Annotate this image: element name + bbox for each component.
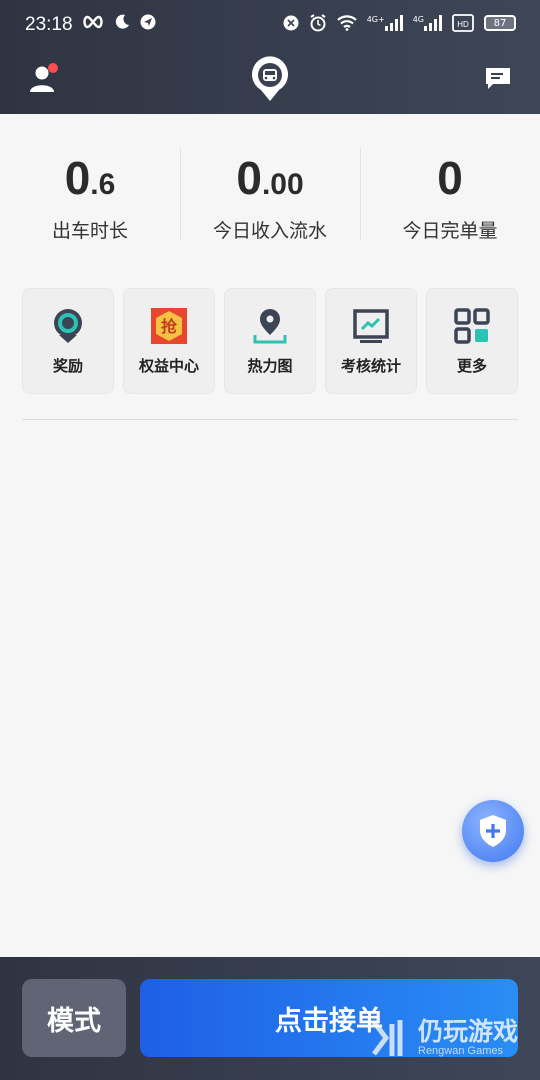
- tool-label: 热力图: [247, 357, 293, 375]
- grab-icon-text: 抢: [161, 317, 178, 336]
- stat-int: 0: [437, 152, 463, 204]
- navigation-icon: [140, 14, 156, 30]
- shield-plus-icon: [480, 815, 506, 847]
- stat-orders[interactable]: 0 今日完单量: [360, 148, 540, 242]
- stat-label: 出车时长: [51, 220, 128, 242]
- stat-int: 0: [236, 152, 262, 204]
- tool-label: 考核统计: [340, 357, 401, 375]
- car-pin-logo-icon: [252, 56, 288, 101]
- tool-heatmap[interactable]: 热力图: [224, 288, 316, 394]
- stat-drive-time[interactable]: 0.6 出车时长: [0, 148, 180, 242]
- sim1-label: 4G+: [366, 15, 385, 24]
- alarm-icon: [310, 14, 326, 32]
- stat-label: 今日收入流水: [212, 220, 327, 242]
- stat-value: 0.6: [0, 148, 180, 208]
- stat-dec: .00: [261, 168, 304, 201]
- tool-label: 权益中心: [138, 357, 199, 375]
- sim2-label: 4G: [412, 15, 424, 24]
- stat-value: 0.00: [180, 148, 360, 208]
- stat-income[interactable]: 0.00 今日收入流水: [180, 148, 360, 242]
- watermark: 仍玩游戏 Rengwan Games: [366, 1012, 536, 1074]
- notification-dot: [48, 63, 58, 73]
- status-left-icons: [82, 14, 156, 30]
- stat-int: 0: [64, 152, 91, 204]
- grid-icon: [454, 308, 490, 344]
- signal-sim2-icon: 4G: [413, 15, 442, 31]
- stat-dec: .6: [90, 168, 116, 201]
- battery-level: 87: [493, 17, 507, 29]
- tool-more[interactable]: 更多: [426, 288, 518, 394]
- grab-icon: 抢: [151, 308, 187, 344]
- reward-badge-icon: [54, 309, 82, 343]
- signal-sim1-icon: 4G+: [367, 15, 403, 31]
- watermark-subtitle: Rengwan Games: [418, 1045, 503, 1057]
- stats-panel: 0.6 出车时长 0.00 今日收入流水 0 今日完单量: [0, 148, 540, 242]
- stat-label: 今日完单量: [402, 220, 498, 242]
- status-right-icons: 4G+ 4G HD 87: [283, 14, 516, 32]
- divider: [22, 419, 518, 420]
- tool-benefits[interactable]: 抢 权益中心: [123, 288, 215, 394]
- stat-value: 0: [360, 148, 540, 208]
- hd-icon: HD: [452, 14, 474, 32]
- tool-grid: 奖励 抢 权益中心 热力图 考核统计 更多: [22, 288, 518, 394]
- status-bar: 23:18 4G+ 4G HD 87: [0, 0, 540, 52]
- bluetooth-phone-icon: [283, 15, 299, 31]
- top-header: 23:18 4G+ 4G HD 87: [0, 0, 540, 114]
- hd-label: HD: [457, 20, 469, 29]
- mode-button[interactable]: 模式: [22, 979, 126, 1057]
- wifi-icon: [336, 15, 357, 31]
- location-pin-icon: [253, 309, 287, 344]
- message-icon[interactable]: [485, 66, 511, 90]
- tool-reward[interactable]: 奖励: [22, 288, 114, 394]
- chart-icon: [353, 309, 389, 343]
- status-time: 23:18: [25, 14, 73, 35]
- tool-label: 奖励: [52, 357, 83, 375]
- moon-icon: [115, 14, 129, 29]
- tool-label: 更多: [456, 357, 487, 375]
- watermark-title: 仍玩游戏: [418, 1017, 519, 1046]
- safety-fab[interactable]: [462, 800, 524, 862]
- infinity-icon: [83, 15, 103, 29]
- watermark-logo-icon: [372, 1020, 403, 1056]
- tool-assessment[interactable]: 考核统计: [325, 288, 417, 394]
- battery-icon: 87: [484, 15, 516, 31]
